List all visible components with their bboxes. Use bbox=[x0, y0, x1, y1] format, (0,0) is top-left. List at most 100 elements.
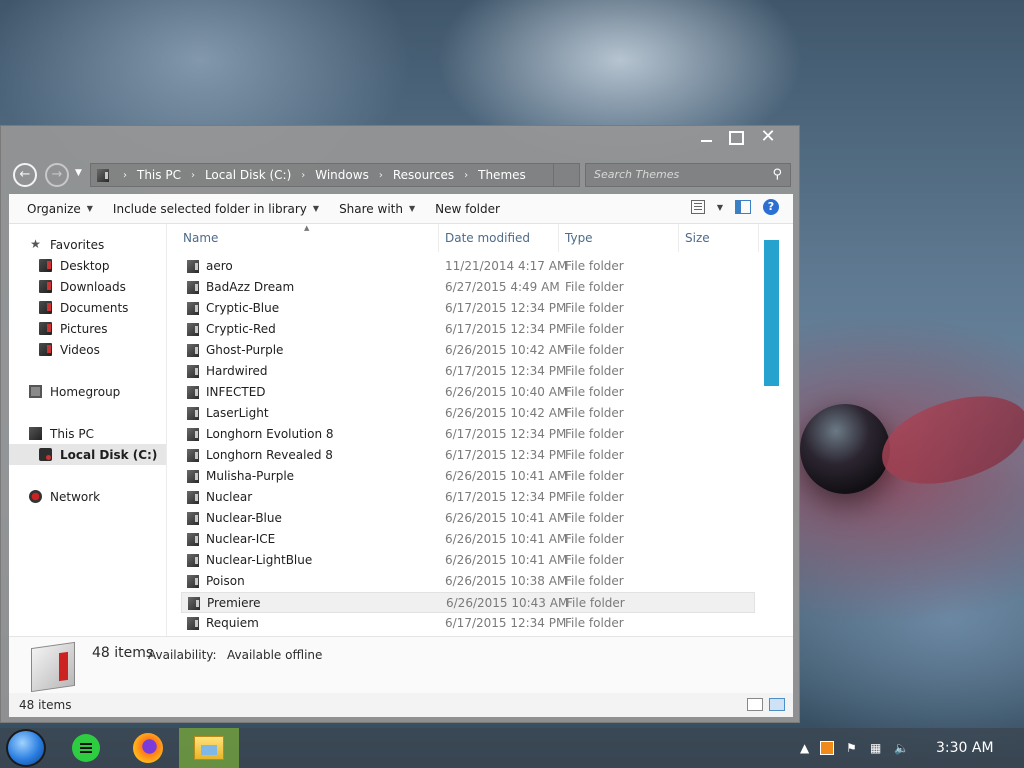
taskbar-file-explorer[interactable] bbox=[179, 728, 239, 768]
nav-item-network[interactable]: Network bbox=[9, 486, 166, 507]
action-center-flag-icon[interactable]: ⚑ bbox=[846, 741, 857, 755]
file-type: File folder bbox=[565, 259, 624, 273]
file-row[interactable]: Mulisha-Purple 6/26/2015 10:41 AM File fol… bbox=[167, 466, 767, 487]
search-input[interactable]: Search Themes ⚲ bbox=[585, 163, 791, 187]
folder-icon bbox=[187, 365, 199, 378]
file-row[interactable]: Poison 6/26/2015 10:38 AM File folder bbox=[167, 571, 767, 592]
folder-thumbnail-icon bbox=[31, 641, 75, 693]
folder-icon bbox=[187, 554, 199, 567]
nav-item-videos[interactable]: Videos bbox=[9, 339, 166, 360]
close-button[interactable]: ✕ bbox=[751, 126, 785, 150]
file-row[interactable]: Premiere 6/26/2015 10:43 AM File folder bbox=[181, 592, 755, 613]
file-row[interactable]: Nuclear-LightBlue 6/26/2015 10:41 AM File … bbox=[167, 550, 767, 571]
taskbar-notes-app[interactable] bbox=[56, 728, 116, 768]
file-row[interactable]: LaserLight 6/26/2015 10:42 AM File folder bbox=[167, 403, 767, 424]
column-header-type[interactable]: Type bbox=[559, 224, 679, 252]
explorer-body: ★ Favorites Desktop Downloads Documents … bbox=[9, 224, 793, 636]
breadcrumb-separator: › bbox=[464, 169, 469, 181]
file-date-modified: 6/17/2015 12:34 PM bbox=[445, 364, 567, 378]
nav-item-homegroup[interactable]: Homegroup bbox=[9, 381, 166, 402]
recent-locations-button[interactable]: ▼ bbox=[75, 168, 82, 178]
show-hidden-icons-icon[interactable]: ▲ bbox=[800, 741, 809, 755]
breadcrumb-this-pc[interactable]: This PC bbox=[137, 168, 181, 182]
new-folder-button[interactable]: New folder bbox=[425, 202, 510, 216]
homegroup-icon bbox=[29, 385, 42, 398]
chevron-down-icon[interactable]: ▼ bbox=[717, 203, 723, 212]
file-row[interactable]: Cryptic-Blue 6/17/2015 12:34 PM File folde… bbox=[167, 298, 767, 319]
file-type: File folder bbox=[565, 574, 624, 588]
folder-icon bbox=[187, 491, 199, 504]
nav-item-desktop[interactable]: Desktop bbox=[9, 255, 166, 276]
network-status-icon[interactable]: ▦ bbox=[870, 741, 881, 755]
file-row[interactable]: Longhorn Evolution 8 6/17/2015 12:34 PM Fi… bbox=[167, 424, 767, 445]
file-row[interactable]: Ghost-Purple 6/26/2015 10:42 AM File folde… bbox=[167, 340, 767, 361]
details-pane: 48 items Availability: Available offline bbox=[9, 636, 793, 693]
breadcrumb-local-disk[interactable]: Local Disk (C:) bbox=[205, 168, 291, 182]
nav-item-pictures[interactable]: Pictures bbox=[9, 318, 166, 339]
wallpaper-petal bbox=[874, 387, 1024, 493]
file-name: Ghost-Purple bbox=[187, 340, 283, 361]
file-date-modified: 6/26/2015 10:42 AM bbox=[445, 406, 568, 420]
address-bar[interactable]: › This PC › Local Disk (C:) › Windows › … bbox=[90, 163, 580, 187]
nav-item-downloads[interactable]: Downloads bbox=[9, 276, 166, 297]
volume-icon[interactable]: 🔈 bbox=[894, 741, 909, 755]
breadcrumb-windows[interactable]: Windows bbox=[315, 168, 369, 182]
nav-item-favorites[interactable]: ★ Favorites bbox=[9, 234, 166, 255]
file-name: Longhorn Revealed 8 bbox=[187, 445, 333, 466]
title-bar[interactable]: ✕ bbox=[1, 126, 799, 160]
vertical-scrollbar-thumb[interactable] bbox=[764, 240, 779, 386]
file-name: Hardwired bbox=[187, 361, 268, 382]
help-icon[interactable]: ? bbox=[763, 199, 779, 215]
start-button[interactable] bbox=[6, 729, 46, 767]
include-in-library-button[interactable]: Include selected folder in library ▼ bbox=[103, 202, 329, 216]
nav-item-documents[interactable]: Documents bbox=[9, 297, 166, 318]
file-row[interactable]: Requiem 6/17/2015 12:34 PM File folder bbox=[167, 613, 767, 634]
file-explorer-window: ✕ ← → ▼ › This PC › Local Disk (C:) › Wi… bbox=[0, 125, 800, 723]
computer-icon bbox=[29, 427, 42, 440]
file-type: File folder bbox=[565, 385, 624, 399]
column-header-date-modified[interactable]: Date modified bbox=[439, 224, 559, 252]
file-row[interactable]: BadAzz Dream 6/27/2015 4:49 AM File folder bbox=[167, 277, 767, 298]
item-count: 48 items bbox=[92, 645, 154, 661]
tray-app-icon[interactable] bbox=[820, 741, 834, 755]
clock[interactable]: 3:30 AM bbox=[936, 740, 994, 756]
file-name: Premiere bbox=[188, 593, 261, 614]
folder-icon bbox=[187, 302, 199, 315]
file-name: Requiem bbox=[187, 613, 259, 634]
details-view-icon[interactable] bbox=[747, 698, 763, 711]
column-header-size[interactable]: Size bbox=[679, 224, 759, 252]
nav-item-local-disk[interactable]: Local Disk (C:) bbox=[9, 444, 166, 465]
file-date-modified: 6/26/2015 10:38 AM bbox=[445, 574, 568, 588]
file-row[interactable]: Nuclear-Blue 6/26/2015 10:41 AM File folde… bbox=[167, 508, 767, 529]
forward-button[interactable]: → bbox=[45, 163, 69, 187]
file-type: File folder bbox=[565, 322, 624, 336]
file-date-modified: 6/17/2015 12:34 PM bbox=[445, 448, 567, 462]
back-button[interactable]: ← bbox=[13, 163, 37, 187]
file-type: File folder bbox=[565, 301, 624, 315]
file-row[interactable]: Longhorn Revealed 8 6/17/2015 12:34 PM Fil… bbox=[167, 445, 767, 466]
breadcrumb-resources[interactable]: Resources bbox=[393, 168, 454, 182]
file-row[interactable]: aero 11/21/2014 4:17 AM File folder bbox=[167, 256, 767, 277]
share-with-button[interactable]: Share with ▼ bbox=[329, 202, 425, 216]
documents-folder-icon bbox=[39, 301, 52, 314]
large-icons-view-icon[interactable] bbox=[769, 698, 785, 711]
search-icon[interactable]: ⚲ bbox=[772, 164, 782, 186]
breadcrumb-themes[interactable]: Themes bbox=[478, 168, 526, 182]
file-name: BadAzz Dream bbox=[187, 277, 294, 298]
organize-button[interactable]: Organize ▼ bbox=[17, 202, 103, 216]
address-dropdown-button[interactable] bbox=[553, 164, 579, 186]
file-row[interactable]: INFECTED 6/26/2015 10:40 AM File folder bbox=[167, 382, 767, 403]
folder-icon bbox=[97, 168, 109, 182]
preview-pane-icon[interactable] bbox=[735, 200, 751, 214]
maximize-button[interactable] bbox=[717, 126, 751, 150]
breadcrumb-separator: › bbox=[378, 169, 383, 181]
file-row[interactable]: Cryptic-Red 6/17/2015 12:34 PM File folder bbox=[167, 319, 767, 340]
file-row[interactable]: Hardwired 6/17/2015 12:34 PM File folder bbox=[167, 361, 767, 382]
change-view-icon[interactable] bbox=[690, 200, 705, 214]
file-row[interactable]: Nuclear 6/17/2015 12:34 PM File folder bbox=[167, 487, 767, 508]
column-header-name[interactable]: Name bbox=[177, 224, 439, 252]
file-row[interactable]: Nuclear-ICE 6/26/2015 10:41 AM File folder bbox=[167, 529, 767, 550]
file-date-modified: 6/26/2015 10:41 AM bbox=[445, 532, 568, 546]
nav-item-this-pc[interactable]: This PC bbox=[9, 423, 166, 444]
taskbar-firefox[interactable] bbox=[118, 728, 178, 768]
